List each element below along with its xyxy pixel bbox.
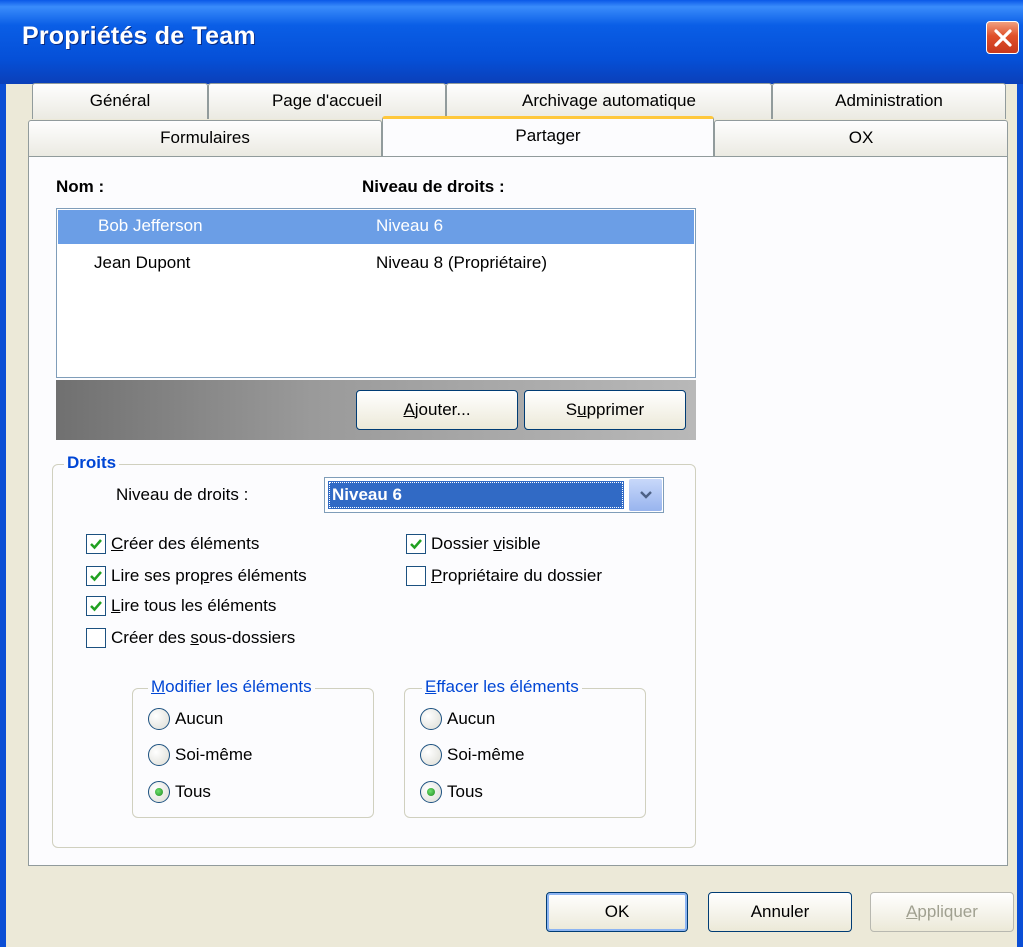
checkbox-box[interactable] [406,566,426,586]
checkbox-label: Lire ses propres éléments [111,566,307,585]
permissions-list[interactable]: Bob Jefferson Niveau 6 Jean Dupont Nivea… [56,208,696,378]
checkbox-box[interactable] [86,534,106,554]
remove-button-accesskey: u [577,400,587,419]
cancel-button[interactable]: Annuler [708,892,852,932]
list-item-level: Niveau 8 (Propriétaire) [376,253,548,272]
list-item[interactable]: Jean Dupont Niveau 8 (Propriétaire) [58,247,694,281]
checkbox-lire-tous-elements[interactable]: Lire tous les éléments [86,596,276,616]
dropdown-button[interactable] [629,479,662,511]
checkbox-dossier-visible[interactable]: Dossier visible [406,534,541,554]
checkmark-icon [90,601,102,612]
radio-delete-tous[interactable]: Tous [420,781,483,803]
delete-group-title: Effacer les éléments [422,677,582,697]
radio-label: Tous [447,782,483,801]
rights-level-label: Niveau de droits : [116,485,249,504]
add-button-accesskey: A [403,400,415,419]
list-item-level: Niveau 6 [376,216,444,235]
radio-delete-aucun[interactable]: Aucun [420,708,495,730]
header-nom: Nom : [56,177,105,196]
checkmark-icon [90,539,102,550]
modify-group-title: Modifier les éléments [148,677,315,697]
checkbox-box[interactable] [86,596,106,616]
list-item-name: Jean Dupont [94,253,191,272]
checkbox-box[interactable] [86,566,106,586]
apply-button-label-rest: ppliquer [917,902,978,921]
apply-button[interactable]: Appliquer [870,892,1014,932]
checkbox-creer-sous-dossiers[interactable]: Créer des sous-dossiers [86,628,295,648]
radio-circle[interactable] [148,744,170,766]
radio-circle[interactable] [420,744,442,766]
radio-label: Soi-même [447,745,525,764]
checkmark-icon [410,539,422,550]
radio-label: Tous [175,782,211,801]
add-button-label-rest: jouter... [414,400,471,419]
checkbox-box[interactable] [406,534,426,554]
rights-level-value: Niveau 6 [328,481,624,509]
radio-label: Aucun [447,709,496,728]
remove-button-label: S [565,400,578,419]
rights-group-title: Droits [64,453,120,473]
rights-level-select[interactable]: Niveau 6 [324,477,664,513]
checkbox-label: Créer des sous-dossiers [111,628,296,647]
ok-button[interactable]: OK [546,892,688,932]
radio-modify-aucun[interactable]: Aucun [148,708,223,730]
checkbox-label: Propriétaire du dossier [431,566,603,585]
checkbox-label: Dossier visible [431,534,541,553]
list-item-name: Bob Jefferson [98,216,203,235]
checkmark-icon [90,571,102,582]
radio-label: Aucun [175,709,224,728]
checkbox-creer-elements[interactable]: Créer des éléments [86,534,259,554]
add-button[interactable]: Ajouter... [356,390,518,430]
remove-button[interactable]: Supprimer [524,390,686,430]
radio-selected-dot [427,788,435,796]
tab-content: Nom : Niveau de droits : Bob Jefferson N… [0,0,1023,947]
properties-dialog: Propriétés de Team Général Page d'accuei… [0,0,1023,947]
apply-button-accesskey: A [906,902,918,921]
radio-modify-soi-meme[interactable]: Soi-même [148,744,252,766]
radio-circle[interactable] [420,708,442,730]
list-item[interactable]: Bob Jefferson Niveau 6 [58,210,694,244]
checkbox-proprietaire-dossier[interactable]: Propriétaire du dossier [406,566,602,586]
chevron-down-icon [640,491,652,499]
checkbox-box[interactable] [86,628,106,648]
checkbox-label: Lire tous les éléments [111,596,277,615]
radio-selected-dot [155,788,163,796]
header-niveau-de-droits: Niveau de droits : [362,177,505,196]
radio-delete-soi-meme[interactable]: Soi-même [420,744,524,766]
radio-circle[interactable] [148,781,170,803]
remove-button-label-rest: pprimer [586,400,645,419]
radio-label: Soi-même [175,745,253,764]
radio-circle[interactable] [148,708,170,730]
checkbox-lire-propres-elements[interactable]: Lire ses propres éléments [86,566,307,586]
checkbox-label: Créer des éléments [111,534,260,553]
radio-circle[interactable] [420,781,442,803]
radio-modify-tous[interactable]: Tous [148,781,211,803]
